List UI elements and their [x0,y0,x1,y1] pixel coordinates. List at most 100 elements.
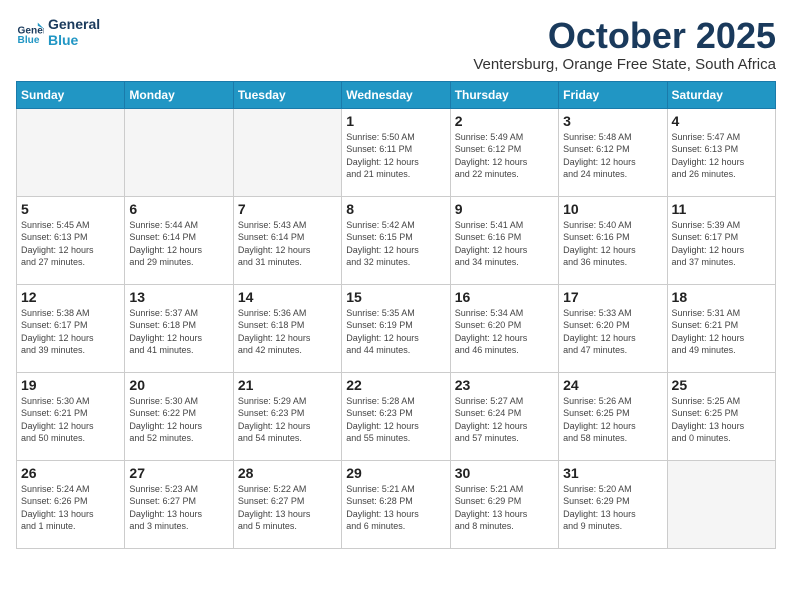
calendar-day-cell: 5 Sunrise: 5:45 AM Sunset: 6:13 PM Daylig… [17,196,125,284]
calendar-day-cell: 17Sunrise: 5:33 AM Sunset: 6:20 PM Dayli… [559,284,667,372]
calendar-day-cell: 20 Sunrise: 5:30 AM Sunset: 6:22 PM Dayli… [125,372,233,460]
day-info: Sunrise: 5:36 AM Sunset: 6:18 PM Dayligh… [238,307,337,357]
weekday-header-cell: Friday [559,81,667,108]
calendar-day-cell: 29Sunrise: 5:21 AM Sunset: 6:28 PM Dayli… [342,460,450,548]
calendar-day-cell: 12 Sunrise: 5:38 AM Sunset: 6:17 PM Dayli… [17,284,125,372]
day-number: 19 [21,377,120,393]
day-number: 4 [672,113,771,129]
day-info: Sunrise: 5:20 AM Sunset: 6:29 PM Dayligh… [563,483,662,533]
calendar-day-cell: 7 Sunrise: 5:43 AM Sunset: 6:14 PM Daylig… [233,196,341,284]
calendar-day-cell: 10Sunrise: 5:40 AM Sunset: 6:16 PM Dayli… [559,196,667,284]
calendar-day-cell: 24Sunrise: 5:26 AM Sunset: 6:25 PM Dayli… [559,372,667,460]
day-number: 12 [21,289,120,305]
calendar-day-cell: 23Sunrise: 5:27 AM Sunset: 6:24 PM Dayli… [450,372,558,460]
calendar-day-cell: 9 Sunrise: 5:41 AM Sunset: 6:16 PM Daylig… [450,196,558,284]
day-info: Sunrise: 5:21 AM Sunset: 6:29 PM Dayligh… [455,483,554,533]
logo: General Blue General Blue [16,16,100,48]
weekday-header-row: SundayMondayTuesdayWednesdayThursdayFrid… [17,81,776,108]
calendar-day-cell [17,108,125,196]
day-info: Sunrise: 5:21 AM Sunset: 6:28 PM Dayligh… [346,483,445,533]
day-number: 23 [455,377,554,393]
day-number: 26 [21,465,120,481]
day-info: Sunrise: 5:26 AM Sunset: 6:25 PM Dayligh… [563,395,662,445]
day-info: Sunrise: 5:41 AM Sunset: 6:16 PM Dayligh… [455,219,554,269]
day-number: 8 [346,201,445,217]
day-info: Sunrise: 5:44 AM Sunset: 6:14 PM Dayligh… [129,219,228,269]
day-info: Sunrise: 5:30 AM Sunset: 6:22 PM Dayligh… [129,395,228,445]
day-info: Sunrise: 5:28 AM Sunset: 6:23 PM Dayligh… [346,395,445,445]
calendar-day-cell: 8 Sunrise: 5:42 AM Sunset: 6:15 PM Daylig… [342,196,450,284]
day-number: 2 [455,113,554,129]
day-number: 22 [346,377,445,393]
calendar-day-cell: 19Sunrise: 5:30 AM Sunset: 6:21 PM Dayli… [17,372,125,460]
day-info: Sunrise: 5:24 AM Sunset: 6:26 PM Dayligh… [21,483,120,533]
day-number: 18 [672,289,771,305]
day-number: 25 [672,377,771,393]
calendar-day-cell: 21Sunrise: 5:29 AM Sunset: 6:23 PM Dayli… [233,372,341,460]
weekday-header-cell: Tuesday [233,81,341,108]
weekday-header-cell: Wednesday [342,81,450,108]
day-number: 31 [563,465,662,481]
calendar-body: 1 Sunrise: 5:50 AM Sunset: 6:11 PM Daylig… [17,108,776,548]
logo-line2: Blue [48,32,100,48]
day-info: Sunrise: 5:35 AM Sunset: 6:19 PM Dayligh… [346,307,445,357]
calendar-day-cell: 11 Sunrise: 5:39 AM Sunset: 6:17 PM Dayli… [667,196,775,284]
day-info: Sunrise: 5:47 AM Sunset: 6:13 PM Dayligh… [672,131,771,181]
day-info: Sunrise: 5:48 AM Sunset: 6:12 PM Dayligh… [563,131,662,181]
weekday-header-cell: Sunday [17,81,125,108]
day-number: 14 [238,289,337,305]
day-number: 15 [346,289,445,305]
day-info: Sunrise: 5:42 AM Sunset: 6:15 PM Dayligh… [346,219,445,269]
calendar-day-cell: 22 Sunrise: 5:28 AM Sunset: 6:23 PM Dayli… [342,372,450,460]
calendar-day-cell [667,460,775,548]
day-number: 28 [238,465,337,481]
day-number: 11 [672,201,771,217]
calendar-day-cell: 27Sunrise: 5:23 AM Sunset: 6:27 PM Dayli… [125,460,233,548]
calendar-table: SundayMondayTuesdayWednesdayThursdayFrid… [16,81,776,549]
page-header: General Blue General Blue October 2025 V… [16,16,776,73]
calendar-day-cell: 28 Sunrise: 5:22 AM Sunset: 6:27 PM Dayli… [233,460,341,548]
calendar-day-cell: 14 Sunrise: 5:36 AM Sunset: 6:18 PM Dayli… [233,284,341,372]
day-info: Sunrise: 5:50 AM Sunset: 6:11 PM Dayligh… [346,131,445,181]
calendar-day-cell [233,108,341,196]
svg-text:Blue: Blue [18,35,40,46]
day-info: Sunrise: 5:49 AM Sunset: 6:12 PM Dayligh… [455,131,554,181]
title-block: October 2025 Ventersburg, Orange Free St… [473,16,776,73]
calendar-day-cell: 31 Sunrise: 5:20 AM Sunset: 6:29 PM Dayli… [559,460,667,548]
calendar-day-cell: 18Sunrise: 5:31 AM Sunset: 6:21 PM Dayli… [667,284,775,372]
day-info: Sunrise: 5:45 AM Sunset: 6:13 PM Dayligh… [21,219,120,269]
calendar-day-cell: 4 Sunrise: 5:47 AM Sunset: 6:13 PM Daylig… [667,108,775,196]
calendar-week-row: 5 Sunrise: 5:45 AM Sunset: 6:13 PM Daylig… [17,196,776,284]
day-info: Sunrise: 5:22 AM Sunset: 6:27 PM Dayligh… [238,483,337,533]
calendar-day-cell: 25 Sunrise: 5:25 AM Sunset: 6:25 PM Dayli… [667,372,775,460]
day-number: 30 [455,465,554,481]
calendar-day-cell: 15 Sunrise: 5:35 AM Sunset: 6:19 PM Dayli… [342,284,450,372]
day-number: 10 [563,201,662,217]
day-info: Sunrise: 5:25 AM Sunset: 6:25 PM Dayligh… [672,395,771,445]
calendar-day-cell: 1 Sunrise: 5:50 AM Sunset: 6:11 PM Daylig… [342,108,450,196]
day-info: Sunrise: 5:38 AM Sunset: 6:17 PM Dayligh… [21,307,120,357]
day-number: 9 [455,201,554,217]
calendar-day-cell: 30 Sunrise: 5:21 AM Sunset: 6:29 PM Dayli… [450,460,558,548]
day-number: 5 [21,201,120,217]
day-number: 6 [129,201,228,217]
day-number: 7 [238,201,337,217]
weekday-header-cell: Saturday [667,81,775,108]
weekday-header-cell: Monday [125,81,233,108]
day-info: Sunrise: 5:39 AM Sunset: 6:17 PM Dayligh… [672,219,771,269]
day-info: Sunrise: 5:34 AM Sunset: 6:20 PM Dayligh… [455,307,554,357]
day-number: 20 [129,377,228,393]
calendar-day-cell: 3Sunrise: 5:48 AM Sunset: 6:12 PM Daylig… [559,108,667,196]
calendar-day-cell [125,108,233,196]
day-info: Sunrise: 5:33 AM Sunset: 6:20 PM Dayligh… [563,307,662,357]
day-number: 16 [455,289,554,305]
day-number: 1 [346,113,445,129]
calendar-week-row: 12 Sunrise: 5:38 AM Sunset: 6:17 PM Dayli… [17,284,776,372]
calendar-day-cell: 26 Sunrise: 5:24 AM Sunset: 6:26 PM Dayli… [17,460,125,548]
logo-line1: General [48,16,100,32]
day-number: 27 [129,465,228,481]
day-info: Sunrise: 5:43 AM Sunset: 6:14 PM Dayligh… [238,219,337,269]
weekday-header-cell: Thursday [450,81,558,108]
day-info: Sunrise: 5:37 AM Sunset: 6:18 PM Dayligh… [129,307,228,357]
calendar-week-row: 26 Sunrise: 5:24 AM Sunset: 6:26 PM Dayli… [17,460,776,548]
